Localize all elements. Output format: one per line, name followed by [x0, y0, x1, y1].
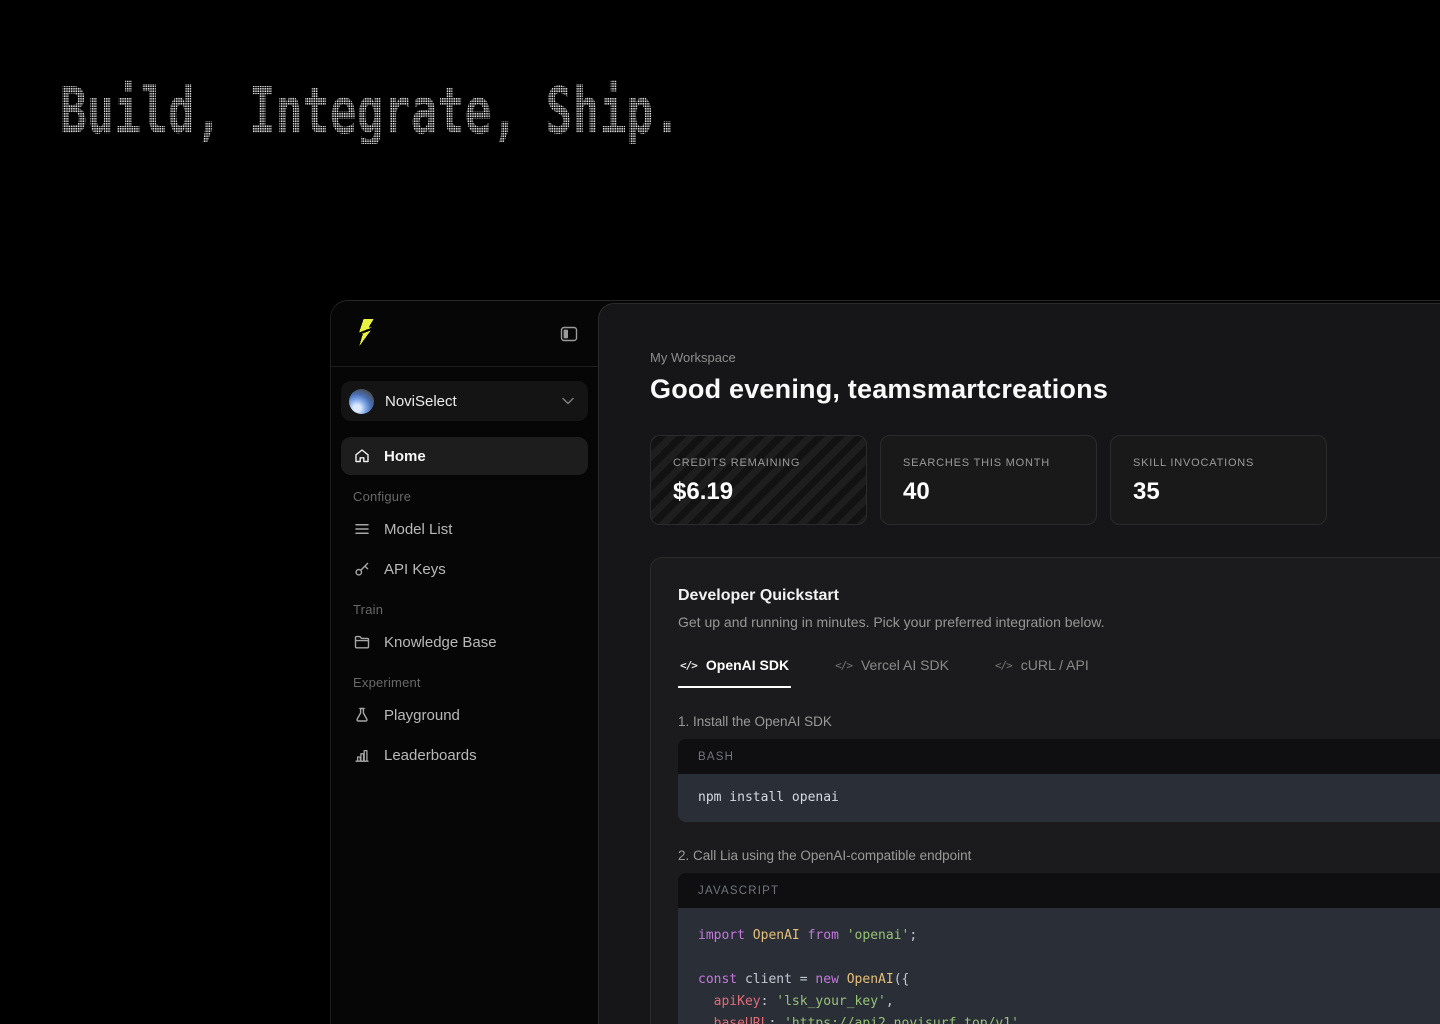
sidebar-item-leaderboards[interactable]: Leaderboards [341, 736, 588, 774]
main-panel: My Workspace Good evening, teamsmartcrea… [598, 303, 1440, 1024]
quickstart-title: Developer Quickstart [678, 587, 1440, 605]
step-2-label: 2. Call Lia using the OpenAI-compatible … [678, 848, 1440, 863]
nav-section-label-configure: Configure [353, 489, 588, 504]
tab-label: cURL / API [1021, 657, 1089, 673]
code-block-header: JAVASCRIPT [678, 873, 1440, 908]
lightning-logo-icon [353, 319, 377, 349]
bash-code-block: BASH npm install openai [678, 739, 1440, 822]
code-icon: </> [995, 659, 1012, 672]
sidebar-item-label: Leaderboards [384, 747, 477, 764]
stat-value: 35 [1133, 478, 1304, 506]
nav-section-label-experiment: Experiment [353, 675, 588, 690]
integration-tabs: </> OpenAI SDK </> Vercel AI SDK </> cURL / A… [678, 657, 1440, 688]
sidebar-item-label: Home [384, 448, 426, 465]
code-language-label: BASH [698, 751, 734, 763]
sidebar-nav: Home Configure Model List API Keys Train Know… [341, 437, 588, 774]
stat-label: SEARCHES THIS MONTH [903, 457, 1074, 469]
quickstart-subtitle: Get up and running in minutes. Pick your… [678, 614, 1440, 630]
tab-openai-sdk[interactable]: </> OpenAI SDK [678, 657, 791, 688]
stat-value: 40 [903, 478, 1074, 506]
sidebar-item-playground[interactable]: Playground [341, 696, 588, 734]
home-icon [353, 447, 371, 465]
sidebar: NoviSelect Home Configure Model List API Ke… [331, 301, 598, 1024]
workspace-name: NoviSelect [385, 393, 551, 410]
tab-label: OpenAI SDK [706, 657, 789, 673]
code-language-label: JAVASCRIPT [698, 885, 779, 897]
key-icon [353, 560, 371, 578]
stat-label: CREDITS REMAINING [673, 457, 844, 469]
flask-icon [353, 706, 371, 724]
sidebar-item-knowledge-base[interactable]: Knowledge Base [341, 623, 588, 661]
app-window: NoviSelect Home Configure Model List API Ke… [330, 300, 1440, 1024]
stat-value: $6.19 [673, 478, 844, 506]
main-content: My Workspace Good evening, teamsmartcrea… [599, 304, 1440, 1024]
sidebar-item-api-keys[interactable]: API Keys [341, 550, 588, 588]
stat-label: SKILL INVOCATIONS [1133, 457, 1304, 469]
workspace-eyebrow: My Workspace [650, 350, 1440, 365]
sidebar-collapse-icon[interactable] [560, 325, 578, 343]
tab-vercel-ai-sdk[interactable]: </> Vercel AI SDK [833, 657, 951, 688]
list-icon [353, 520, 371, 538]
code-line: npm install openai [698, 787, 1439, 809]
sidebar-item-label: Knowledge Base [384, 634, 497, 651]
code-line: apiKey: 'lsk_your_key', [698, 991, 1439, 1013]
workspace-avatar [349, 389, 374, 414]
sidebar-item-label: API Keys [384, 561, 446, 578]
code-block-header: BASH [678, 739, 1440, 774]
sidebar-item-home[interactable]: Home [341, 437, 588, 475]
sidebar-body: NoviSelect Home Configure Model List API Ke… [331, 367, 598, 774]
tab-label: Vercel AI SDK [861, 657, 949, 673]
stat-card-skill-invocations: SKILL INVOCATIONS 35 [1110, 435, 1327, 525]
code-block-body: import OpenAI from 'openai'; const clien… [678, 908, 1440, 1024]
code-line: import OpenAI from 'openai'; [698, 925, 1439, 947]
chart-icon [353, 746, 371, 764]
sidebar-item-label: Model List [384, 521, 452, 538]
folder-icon [353, 633, 371, 651]
sidebar-header [331, 301, 598, 367]
javascript-code-block: JAVASCRIPT import OpenAI from 'openai'; … [678, 873, 1440, 1024]
step-1-label: 1. Install the OpenAI SDK [678, 714, 1440, 729]
sidebar-item-label: Playground [384, 707, 460, 724]
stat-card-credits-remaining: CREDITS REMAINING $6.19 [650, 435, 867, 525]
code-line: baseURL: 'https://api2.novisurf.top/v1', [698, 1013, 1439, 1024]
nav-section-label-train: Train [353, 602, 588, 617]
sidebar-item-model-list[interactable]: Model List [341, 510, 588, 548]
code-line: const client = new OpenAI({ [698, 969, 1439, 991]
page-title: Good evening, teamsmartcreations [650, 374, 1440, 405]
code-block-body: npm install openai [678, 774, 1440, 822]
stat-card-searches-this-month: SEARCHES THIS MONTH 40 [880, 435, 1097, 525]
code-line [698, 947, 1439, 969]
code-icon: </> [680, 659, 697, 672]
code-icon: </> [835, 659, 852, 672]
workspace-selector[interactable]: NoviSelect [341, 381, 588, 421]
tab-curl-api[interactable]: </> cURL / API [993, 657, 1091, 688]
developer-quickstart-card: Developer Quickstart Get up and running … [650, 557, 1440, 1024]
chevron-down-icon [562, 397, 574, 405]
hero-headline: Build, Integrate, Ship. [60, 80, 680, 144]
stats-row: CREDITS REMAINING $6.19 SEARCHES THIS MONT… [650, 435, 1440, 525]
